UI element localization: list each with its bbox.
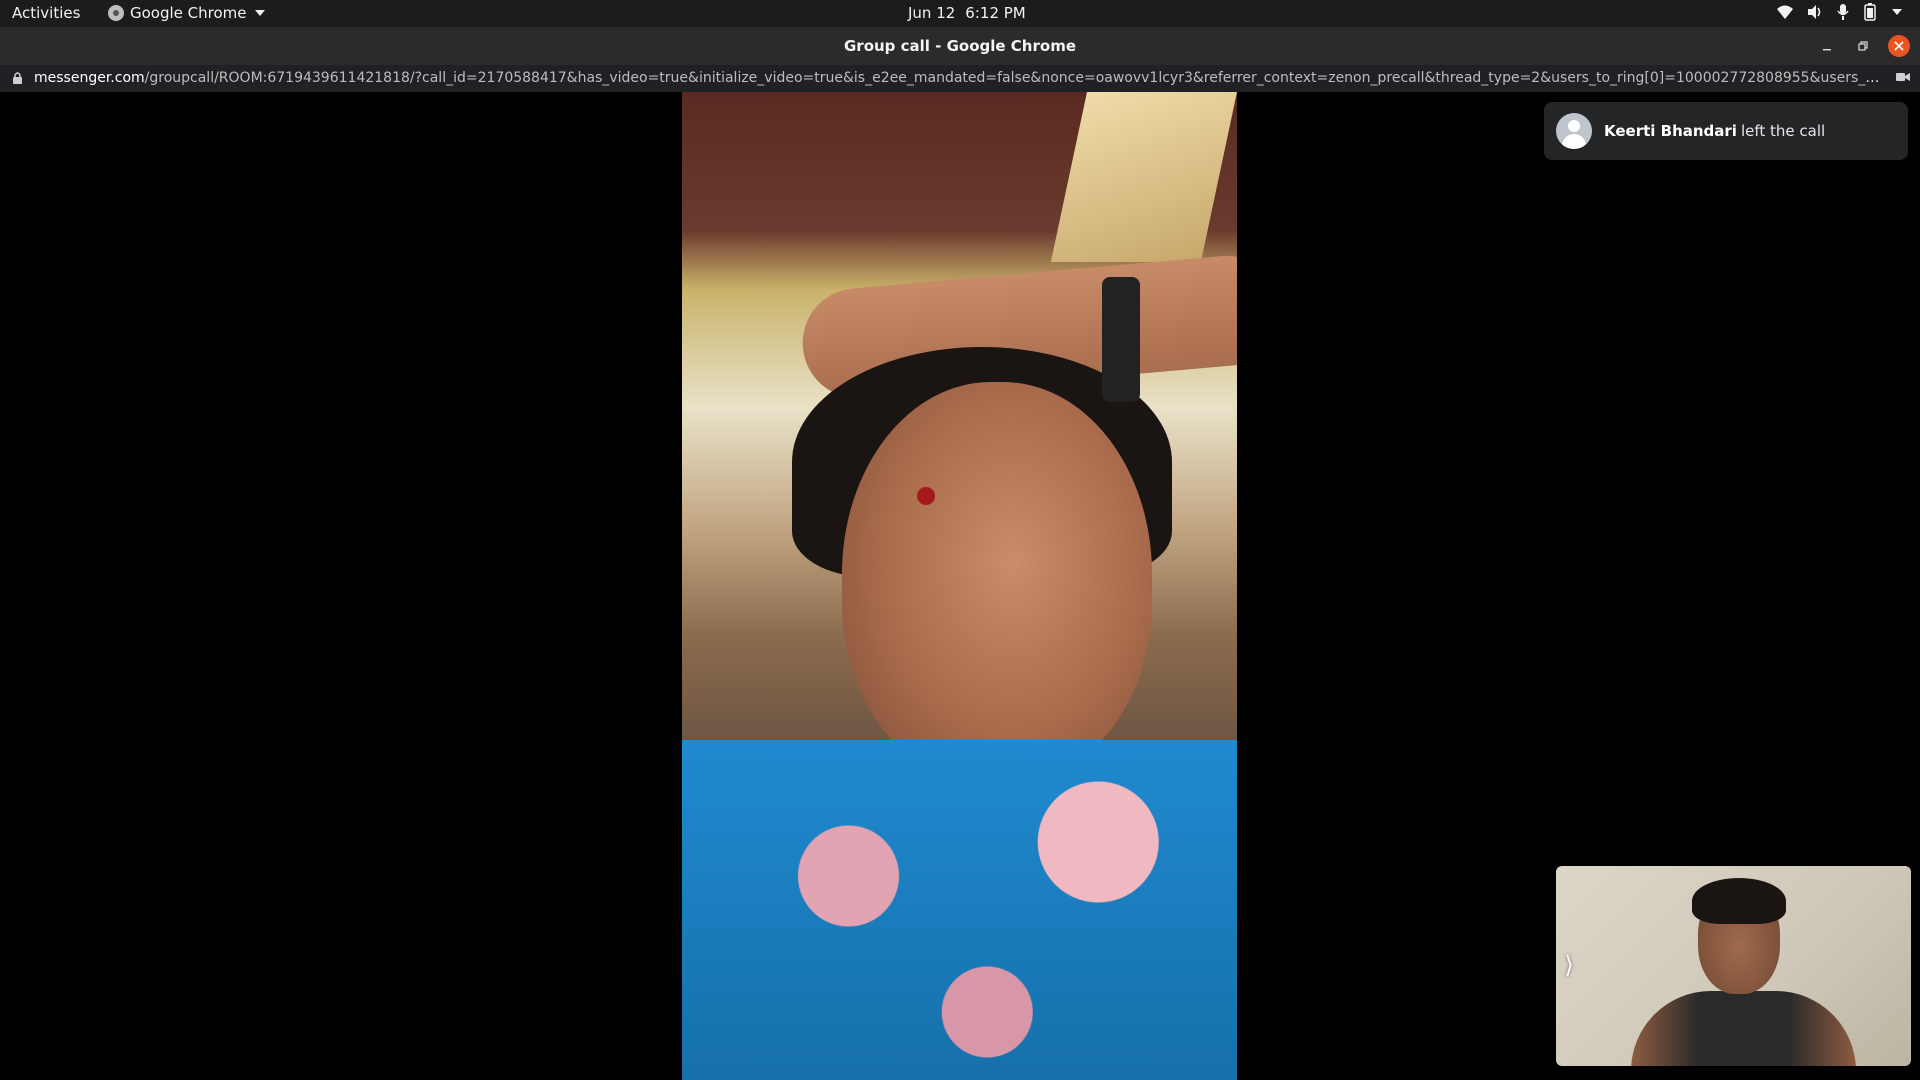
video-bindi-shape — [917, 487, 935, 505]
self-video-body-shape — [1631, 991, 1856, 1066]
clock-date: Jun 12 — [908, 4, 956, 22]
minimize-icon — [1823, 49, 1831, 51]
video-face-shape — [842, 382, 1152, 782]
camera-in-use-icon[interactable] — [1896, 72, 1910, 82]
notification-message: left the call — [1740, 122, 1826, 140]
restore-button[interactable] — [1852, 35, 1874, 57]
notification-name: Keerti Bhandari — [1604, 122, 1737, 140]
chevron-down-icon — [254, 10, 265, 16]
address-bar[interactable]: messenger.com/groupcall/ROOM:67194396114… — [0, 65, 1920, 92]
window-controls — [1816, 35, 1910, 57]
url-host: messenger.com — [34, 70, 145, 86]
gnome-top-bar: Activities Google Chrome Jun 12 6:12 PM — [0, 0, 1920, 27]
battery-icon — [1864, 3, 1876, 21]
lock-icon[interactable] — [12, 71, 23, 85]
clock-time: 6:12 PM — [965, 4, 1026, 22]
app-menu[interactable]: Google Chrome — [108, 4, 265, 22]
wifi-icon — [1777, 5, 1793, 19]
system-tray[interactable] — [1776, 3, 1902, 21]
chevron-down-icon — [1892, 9, 1902, 15]
collapse-self-view-button[interactable]: ⟩ — [1560, 950, 1578, 980]
restore-icon — [1858, 41, 1868, 51]
window-title-bar[interactable]: Group call - Google Chrome — [0, 27, 1920, 65]
app-menu-label: Google Chrome — [130, 4, 247, 22]
activities-button[interactable]: Activities — [12, 4, 80, 22]
minimize-button[interactable] — [1816, 35, 1838, 57]
close-button[interactable] — [1888, 35, 1910, 57]
participant-left-notification[interactable]: Keerti Bhandari left the call — [1544, 102, 1908, 160]
chrome-icon — [108, 5, 124, 21]
microphone-icon — [1837, 4, 1849, 20]
close-icon — [1894, 41, 1904, 51]
url-path: /groupcall/ROOM:6719439611421818/?call_i… — [144, 70, 1880, 86]
video-watch-shape — [1102, 277, 1140, 402]
avatar — [1556, 113, 1592, 149]
video-background-shape — [1050, 92, 1237, 262]
video-dress-shape — [682, 740, 1237, 1080]
volume-icon — [1808, 5, 1821, 19]
window-title: Group call - Google Chrome — [843, 37, 1076, 55]
self-video-hair-shape — [1692, 878, 1786, 924]
self-video-preview[interactable]: ⟩ — [1556, 866, 1911, 1066]
remote-video-feed[interactable] — [682, 92, 1237, 1080]
clock[interactable]: Jun 12 6:12 PM — [908, 4, 1026, 22]
url-text[interactable]: messenger.com/groupcall/ROOM:67194396114… — [34, 70, 1880, 86]
